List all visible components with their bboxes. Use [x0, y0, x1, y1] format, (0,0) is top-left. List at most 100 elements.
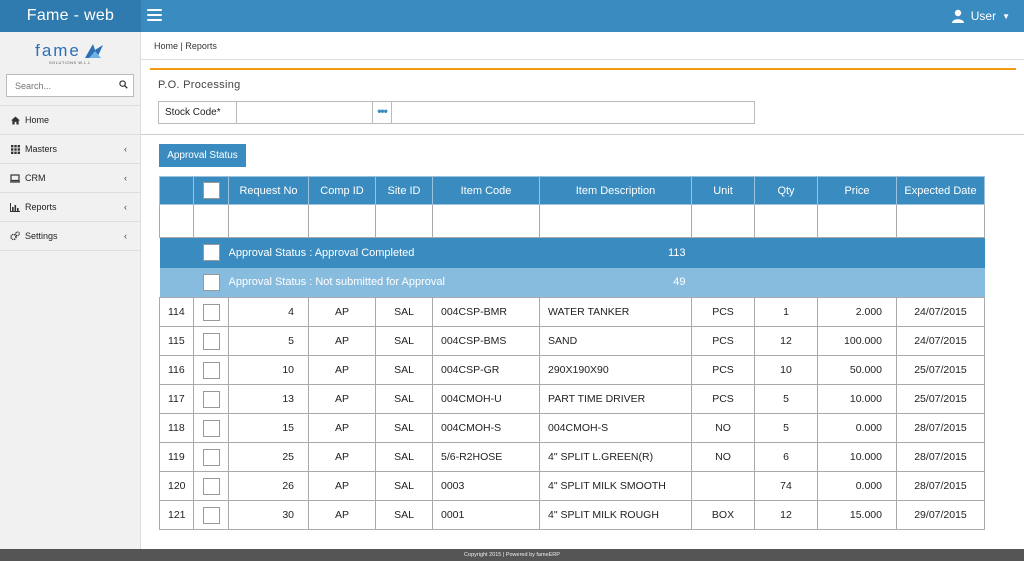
table-row[interactable]: 115 5 AP SAL 004CSP-BMS SAND PCS 12 100.000 24/07…	[159, 326, 985, 356]
filter-cell[interactable]	[308, 204, 376, 238]
page-title: P.O. Processing	[158, 79, 241, 91]
group-row[interactable]: Approval Status : Not submitted for Appr…	[159, 267, 985, 298]
table-row[interactable]: 118 15 AP SAL 004CMOH-S 004CMOH-S NO 5 0.000 28/0…	[159, 413, 985, 443]
row-checkbox[interactable]	[202, 361, 220, 379]
group-checkbox[interactable]	[202, 273, 220, 291]
sidebar-item-settings[interactable]: Settings ‹	[0, 222, 140, 251]
table-row[interactable]: 119 25 AP SAL 5/6-R2HOSE 4" SPLIT L.GREEN(R) N…	[159, 442, 985, 472]
item-code-cell: 5/6-R2HOSE	[432, 442, 540, 472]
item-description-cell: 290X190X90	[539, 355, 692, 385]
filter-cell[interactable]	[375, 204, 433, 238]
site-id-cell: SAL	[375, 442, 433, 472]
sidebar-item-home[interactable]: Home	[0, 106, 140, 135]
top-bar: Fame - web User ▼	[0, 0, 1024, 32]
select-all-checkbox[interactable]	[202, 182, 220, 199]
row-checkbox-cell	[193, 384, 229, 414]
column-header[interactable]: Price	[817, 176, 897, 205]
row-id-cell: 120	[159, 471, 194, 501]
item-description-cell: WATER TANKER	[539, 297, 692, 327]
column-header[interactable]: Site ID	[375, 176, 433, 205]
filter-cell[interactable]	[896, 204, 985, 238]
menu-toggle-icon[interactable]	[147, 9, 162, 23]
unit-cell: PCS	[691, 384, 755, 414]
table-row[interactable]: 117 13 AP SAL 004CMOH-U PART TIME DRIVER PCS 5 1…	[159, 384, 985, 414]
stock-description-field[interactable]	[392, 101, 755, 124]
site-id-cell: SAL	[375, 413, 433, 443]
column-header[interactable]: Item Description	[539, 176, 692, 205]
unit-cell: PCS	[691, 297, 755, 327]
logo-wing-icon	[84, 44, 103, 58]
filter-cell[interactable]	[754, 204, 818, 238]
filter-cell[interactable]	[539, 204, 692, 238]
search-input[interactable]	[7, 75, 133, 96]
site-id-cell: SAL	[375, 471, 433, 501]
request-no-cell: 25	[228, 442, 309, 472]
filter-cell[interactable]	[228, 204, 309, 238]
group-spacer	[691, 267, 985, 298]
row-checkbox[interactable]	[202, 332, 220, 350]
request-no-cell: 4	[228, 297, 309, 327]
expected-date-cell: 28/07/2015	[896, 442, 985, 472]
gears-icon	[10, 231, 20, 241]
sidebar-item-masters[interactable]: Masters ‹	[0, 135, 140, 164]
row-id-cell: 116	[159, 355, 194, 385]
group-spacer	[691, 237, 985, 268]
filter-cell[interactable]	[193, 204, 229, 238]
sidebar-item-label: Settings	[25, 231, 58, 241]
table-row[interactable]: 114 4 AP SAL 004CSP-BMR WATER TANKER PCS 1 2.000…	[159, 297, 985, 327]
site-id-cell: SAL	[375, 500, 433, 530]
column-header[interactable]: Comp ID	[308, 176, 376, 205]
column-header[interactable]: Qty	[754, 176, 818, 205]
approval-status-button[interactable]: Approval Status	[159, 144, 246, 167]
group-label: Approval Status : Not submitted for Appr…	[228, 267, 540, 298]
column-header[interactable]: Unit	[691, 176, 755, 205]
sidebar-item-reports[interactable]: Reports ‹	[0, 193, 140, 222]
search-icon[interactable]	[119, 80, 128, 89]
comp-id-cell: AP	[308, 384, 376, 414]
filter-cell[interactable]	[159, 204, 194, 238]
group-row[interactable]: Approval Status : Approval Completed 113	[159, 237, 985, 268]
comp-id-cell: AP	[308, 326, 376, 356]
breadcrumb[interactable]: Home | Reports	[154, 41, 217, 51]
price-cell: 15.000	[817, 500, 897, 530]
sidebar-item-crm[interactable]: CRM ‹	[0, 164, 140, 193]
bar-chart-icon	[10, 202, 20, 212]
row-checkbox[interactable]	[202, 448, 220, 466]
logo-subtitle: SOLUTIONS W.L.L	[49, 60, 91, 65]
filter-cell[interactable]	[432, 204, 540, 238]
lookup-button[interactable]: •••	[373, 101, 392, 124]
column-header[interactable]: Item Code	[432, 176, 540, 205]
group-checkbox[interactable]	[202, 244, 220, 262]
item-description-cell: 4" SPLIT MILK ROUGH	[539, 500, 692, 530]
user-menu[interactable]: User ▼	[951, 0, 1010, 32]
expected-date-cell: 29/07/2015	[896, 500, 985, 530]
column-header[interactable]: Request No	[228, 176, 309, 205]
row-checkbox[interactable]	[202, 390, 220, 408]
chevron-left-icon: ‹	[124, 202, 127, 212]
filter-cell[interactable]	[691, 204, 755, 238]
row-checkbox[interactable]	[202, 303, 220, 321]
unit-cell: NO	[691, 413, 755, 443]
stock-code-input[interactable]	[237, 101, 373, 124]
stock-code-label: Stock Code*	[158, 101, 237, 124]
expected-date-cell: 28/07/2015	[896, 471, 985, 501]
home-icon	[10, 115, 20, 125]
comp-id-cell: AP	[308, 500, 376, 530]
filter-cell[interactable]	[817, 204, 897, 238]
table-row[interactable]: 120 26 AP SAL 0003 4" SPLIT MILK SMOOTH 74 0.00…	[159, 471, 985, 501]
site-id-cell: SAL	[375, 297, 433, 327]
table-row[interactable]: 116 10 AP SAL 004CSP-GR 290X190X90 PCS 10 50.000…	[159, 355, 985, 385]
row-id-cell: 115	[159, 326, 194, 356]
row-checkbox[interactable]	[202, 477, 220, 495]
price-cell: 50.000	[817, 355, 897, 385]
table-row[interactable]: 121 30 AP SAL 0001 4" SPLIT MILK ROUGH BOX 12 15…	[159, 500, 985, 530]
item-code-cell: 004CMOH-U	[432, 384, 540, 414]
row-checkbox[interactable]	[202, 506, 220, 524]
item-description-cell: 4" SPLIT MILK SMOOTH	[539, 471, 692, 501]
app-title[interactable]: Fame - web	[0, 0, 141, 32]
row-checkbox[interactable]	[202, 419, 220, 437]
column-header[interactable]: Expected Date	[896, 176, 985, 205]
select-all-header	[193, 176, 229, 205]
divider	[141, 59, 1024, 60]
row-checkbox-cell	[193, 297, 229, 327]
